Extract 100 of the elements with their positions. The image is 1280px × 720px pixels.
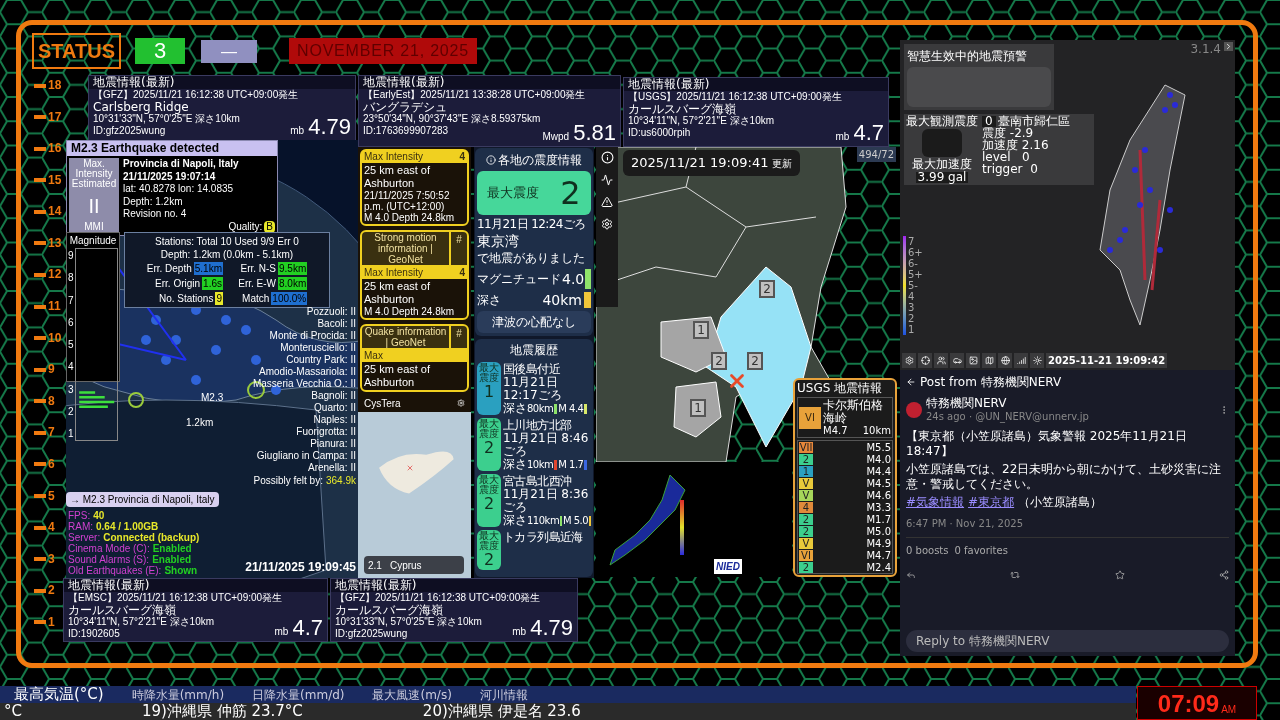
status-label: STATUS bbox=[32, 33, 122, 69]
intensity-marker: 2 bbox=[711, 352, 727, 371]
place-name: Bacoli: bbox=[317, 318, 348, 330]
scale-label: 7 bbox=[908, 236, 916, 247]
place-name: Pianura: bbox=[310, 438, 348, 450]
toolbar-button[interactable] bbox=[982, 353, 996, 368]
scale-tick bbox=[34, 83, 46, 88]
toolbar-button[interactable] bbox=[950, 353, 964, 368]
toolbar-button[interactable] bbox=[918, 353, 932, 368]
post-headline: 【東京都（小笠原諸島）気象警報 2025年11月21日 18:47】 bbox=[906, 429, 1188, 459]
ticker-header: 日降水量(mm/d) bbox=[252, 687, 345, 704]
map-magnitude-label: M2.3 bbox=[201, 391, 224, 405]
depth-label: 深さ bbox=[503, 458, 526, 471]
magnitude-label: マグニチュード bbox=[477, 271, 561, 288]
intensity-badge: VI bbox=[799, 549, 813, 561]
max-accel-value: 3.99 gal bbox=[915, 172, 969, 183]
place-name: Amodio-Massariola: bbox=[259, 366, 348, 378]
clock-time: 07:09 bbox=[1157, 691, 1220, 717]
scale-tick bbox=[34, 462, 46, 467]
intensity-unit: MMI bbox=[84, 222, 104, 232]
error-label: Err. Origin bbox=[155, 277, 201, 290]
place-name: Monte di Procida: bbox=[269, 330, 348, 342]
reply-field[interactable]: Reply to 特務機関NERV bbox=[906, 630, 1229, 652]
share-icon[interactable] bbox=[1219, 570, 1229, 580]
axis-tick: 5 bbox=[68, 339, 74, 351]
scale-number: 9 bbox=[48, 362, 55, 378]
chevron-right-icon[interactable] bbox=[1224, 42, 1233, 51]
stat-label: Server: bbox=[68, 532, 101, 543]
toolbar-button[interactable] bbox=[934, 353, 948, 368]
settings-icon[interactable] bbox=[601, 218, 613, 230]
depth-value: 40km bbox=[542, 292, 582, 308]
place-intensity: II bbox=[350, 330, 356, 342]
axis-tick: 2 bbox=[68, 405, 74, 417]
hashtag-link[interactable]: #東京都 bbox=[968, 495, 1015, 510]
card-tag: # bbox=[451, 326, 467, 348]
history-place: 宮古島北西沖 bbox=[503, 474, 573, 488]
magnitude-value: 4.0 bbox=[562, 270, 585, 289]
ticker-item: 19)沖縄県 仲筋 23.7°C bbox=[142, 703, 303, 720]
stat-value: Connected (backup) bbox=[103, 532, 200, 543]
stat-label: FPS: bbox=[68, 510, 91, 521]
scale-number: 1 bbox=[48, 614, 55, 630]
stat-value: 0.64 / 1.00GB bbox=[96, 521, 159, 532]
quake-region: Carlsberg Ridge bbox=[93, 101, 189, 113]
popup-place: Cyprus bbox=[389, 558, 422, 573]
axis-tick: 4 bbox=[68, 361, 74, 373]
hashtag-note: （小笠原諸島） bbox=[1018, 495, 1103, 510]
stat-value: 40 bbox=[93, 510, 105, 521]
globe-timestamp: 21/11/2025 19:09:45 bbox=[245, 559, 356, 576]
star-icon[interactable] bbox=[1114, 570, 1125, 580]
ticker-header: 最高気温(°C) bbox=[14, 686, 104, 703]
history-title: 地震履歴 bbox=[509, 342, 559, 359]
map-depth-label: 1.2km bbox=[186, 416, 214, 430]
scale-tick bbox=[34, 241, 46, 246]
axis-tick: 3 bbox=[68, 383, 74, 395]
max-accel-label: 最大加速度 bbox=[912, 159, 972, 170]
quake-region: カールスバーグ海嶺 bbox=[335, 604, 443, 616]
toolbar-button[interactable] bbox=[902, 353, 916, 368]
tsunami-notice: 津波の心配なし bbox=[477, 311, 591, 333]
stat-value: Enabled bbox=[152, 554, 192, 565]
badge-label: 最大震度 bbox=[479, 475, 499, 495]
scale-number: 2 bbox=[48, 583, 55, 599]
toolbar-button[interactable] bbox=[1030, 353, 1044, 368]
stat-label: Cinema Mode (C): bbox=[68, 543, 150, 554]
alert-depth: Depth: 1.2km bbox=[123, 195, 184, 208]
toolbar-button[interactable] bbox=[998, 353, 1012, 368]
hashtag-link[interactable]: #気象情報 bbox=[906, 495, 965, 510]
toolbar-icon bbox=[984, 356, 994, 365]
history-place: 国後島付近 bbox=[503, 362, 561, 376]
scale-label: 2 bbox=[908, 313, 916, 324]
toolbar-button[interactable] bbox=[966, 353, 980, 368]
scale-tick bbox=[34, 146, 46, 151]
post-date: 6:47 PM · Nov 21, 2025 bbox=[906, 517, 1025, 531]
scale-number: 8 bbox=[48, 393, 55, 409]
quake-source: 【GFZ】2025/11/21 16:12:38 UTC+09:00発生 bbox=[335, 592, 541, 604]
repost-icon[interactable] bbox=[1010, 570, 1021, 580]
toolbar-icon bbox=[1000, 356, 1010, 365]
info-icon[interactable] bbox=[600, 151, 614, 164]
magnitude-value: M4.9 bbox=[866, 537, 891, 549]
badge-intensity: 2 bbox=[483, 495, 495, 513]
event-tag[interactable]: → M2.3 Provincia di Napoli, Italy bbox=[66, 492, 219, 507]
intensity-badge: V bbox=[799, 477, 813, 489]
settings-icon[interactable] bbox=[457, 399, 465, 407]
place-intensity: II bbox=[350, 378, 356, 390]
scale-number: 4 bbox=[48, 520, 55, 536]
scale-number: 15 bbox=[48, 172, 62, 188]
magnitude-value: M1.7 bbox=[866, 513, 891, 525]
warning-icon[interactable] bbox=[601, 196, 613, 208]
magnitude-value: M4.7 bbox=[866, 549, 891, 561]
intensity-box bbox=[922, 129, 962, 157]
scale-number: 14 bbox=[48, 204, 62, 220]
toolbar-button[interactable] bbox=[1014, 353, 1028, 368]
stat-label: Sound Alarms (S): bbox=[68, 554, 150, 565]
history-place: トカラ列島近海 bbox=[503, 530, 583, 544]
waveform-icon[interactable] bbox=[601, 174, 613, 186]
popup-magnitude: 2.1 bbox=[368, 558, 382, 573]
scale-tick bbox=[34, 115, 46, 120]
intensity-badge: VII bbox=[799, 441, 813, 453]
back-icon[interactable] bbox=[906, 377, 916, 387]
reply-icon[interactable] bbox=[906, 570, 916, 580]
station-name: 臺南市歸仁區 bbox=[997, 116, 1070, 127]
